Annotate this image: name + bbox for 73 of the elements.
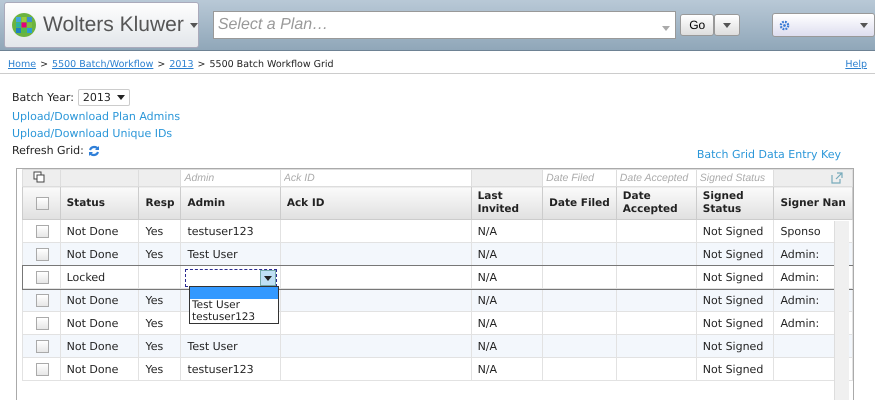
breadcrumb-current: 5500 Batch Workflow Grid — [209, 58, 334, 70]
row-checkbox[interactable] — [36, 362, 49, 376]
help-link[interactable]: Help — [845, 58, 867, 70]
caret-icon — [860, 22, 868, 28]
copy-icon[interactable] — [33, 170, 45, 182]
row-checkbox[interactable] — [36, 224, 49, 238]
table-cell: Not Signed — [702, 340, 764, 352]
row-checkbox[interactable] — [36, 316, 49, 330]
caret-icon — [264, 276, 272, 280]
caret-icon — [190, 22, 198, 28]
row-checkbox[interactable] — [36, 270, 49, 284]
table-cell: Test User — [187, 248, 238, 260]
table-cell: Admin: — [780, 270, 820, 284]
table-cell: Locked — [66, 270, 106, 284]
user-menu[interactable] — [772, 13, 875, 37]
table-cell: N/A — [478, 294, 498, 306]
table-cell: Yes — [145, 316, 164, 330]
table-cell: N/A — [478, 340, 498, 352]
table-cell: Admin: — [780, 316, 820, 330]
table-cell: N/A — [478, 316, 498, 330]
scrollbar[interactable] — [834, 221, 849, 400]
breadcrumb-separator: > — [198, 58, 206, 70]
select-all-checkbox[interactable] — [36, 196, 49, 210]
row-checkbox[interactable] — [36, 294, 49, 307]
table-cell: Not Done — [66, 294, 118, 306]
batch-year-label: Batch Year: — [12, 90, 74, 104]
breadcrumb-link[interactable]: 5500 Batch/Workflow — [52, 58, 154, 70]
table-cell: Not Signed — [702, 316, 764, 330]
go-button[interactable]: Go — [680, 14, 714, 36]
table-cell: Yes — [145, 294, 164, 306]
table-cell: N/A — [478, 224, 498, 238]
table-cell: Not Signed — [702, 362, 764, 376]
table-cell: Yes — [145, 224, 164, 238]
admin-select[interactable] — [185, 269, 278, 287]
brand-menu[interactable]: Wolters Kluwer — [4, 2, 199, 48]
go-menu-button[interactable] — [714, 14, 740, 36]
plan-search-field[interactable]: Select a Plan… — [212, 11, 676, 39]
table-cell: N/A — [478, 248, 498, 260]
table-cell: Yes — [145, 248, 164, 260]
table-cell: Not Signed — [702, 248, 764, 260]
table-cell: Admin: — [780, 248, 820, 260]
caret-icon — [116, 94, 125, 100]
table-cell: Not Signed — [702, 224, 764, 238]
table-cell: N/A — [478, 270, 498, 284]
refresh-label: Refresh Grid: — [12, 144, 84, 157]
table-cell: N/A — [478, 362, 498, 376]
table-cell: Yes — [145, 362, 164, 376]
table-cell: Sponso — [780, 224, 821, 238]
table-cell: Test User — [187, 340, 238, 352]
refresh-icon[interactable] — [88, 144, 100, 156]
table-cell: Not Done — [66, 362, 118, 376]
batch-year-select[interactable]: 2013 — [78, 88, 130, 106]
table-cell: Yes — [145, 340, 164, 352]
table-cell: Admin: — [780, 294, 820, 306]
breadcrumb-link[interactable]: 2013 — [169, 58, 194, 70]
table-cell: Not Signed — [702, 270, 764, 284]
logo-icon — [11, 12, 37, 38]
table-cell: Not Done — [66, 224, 118, 238]
breadcrumb-link[interactable]: Home — [8, 58, 36, 70]
table-cell: testuser123 — [187, 362, 254, 376]
caret-icon — [723, 22, 732, 28]
caret-icon — [662, 26, 670, 30]
table-cell: Not Signed — [702, 294, 764, 306]
gear-icon — [779, 20, 790, 30]
breadcrumb-separator: > — [40, 58, 48, 70]
table-cell: Not Done — [66, 248, 118, 260]
table-cell: Not Done — [66, 316, 118, 330]
row-checkbox[interactable] — [36, 248, 49, 261]
popout-icon[interactable] — [831, 172, 843, 184]
row-checkbox[interactable] — [36, 340, 49, 353]
table-cell: Not Done — [66, 340, 118, 352]
table-cell: testuser123 — [187, 224, 254, 238]
breadcrumb-separator: > — [157, 58, 166, 70]
